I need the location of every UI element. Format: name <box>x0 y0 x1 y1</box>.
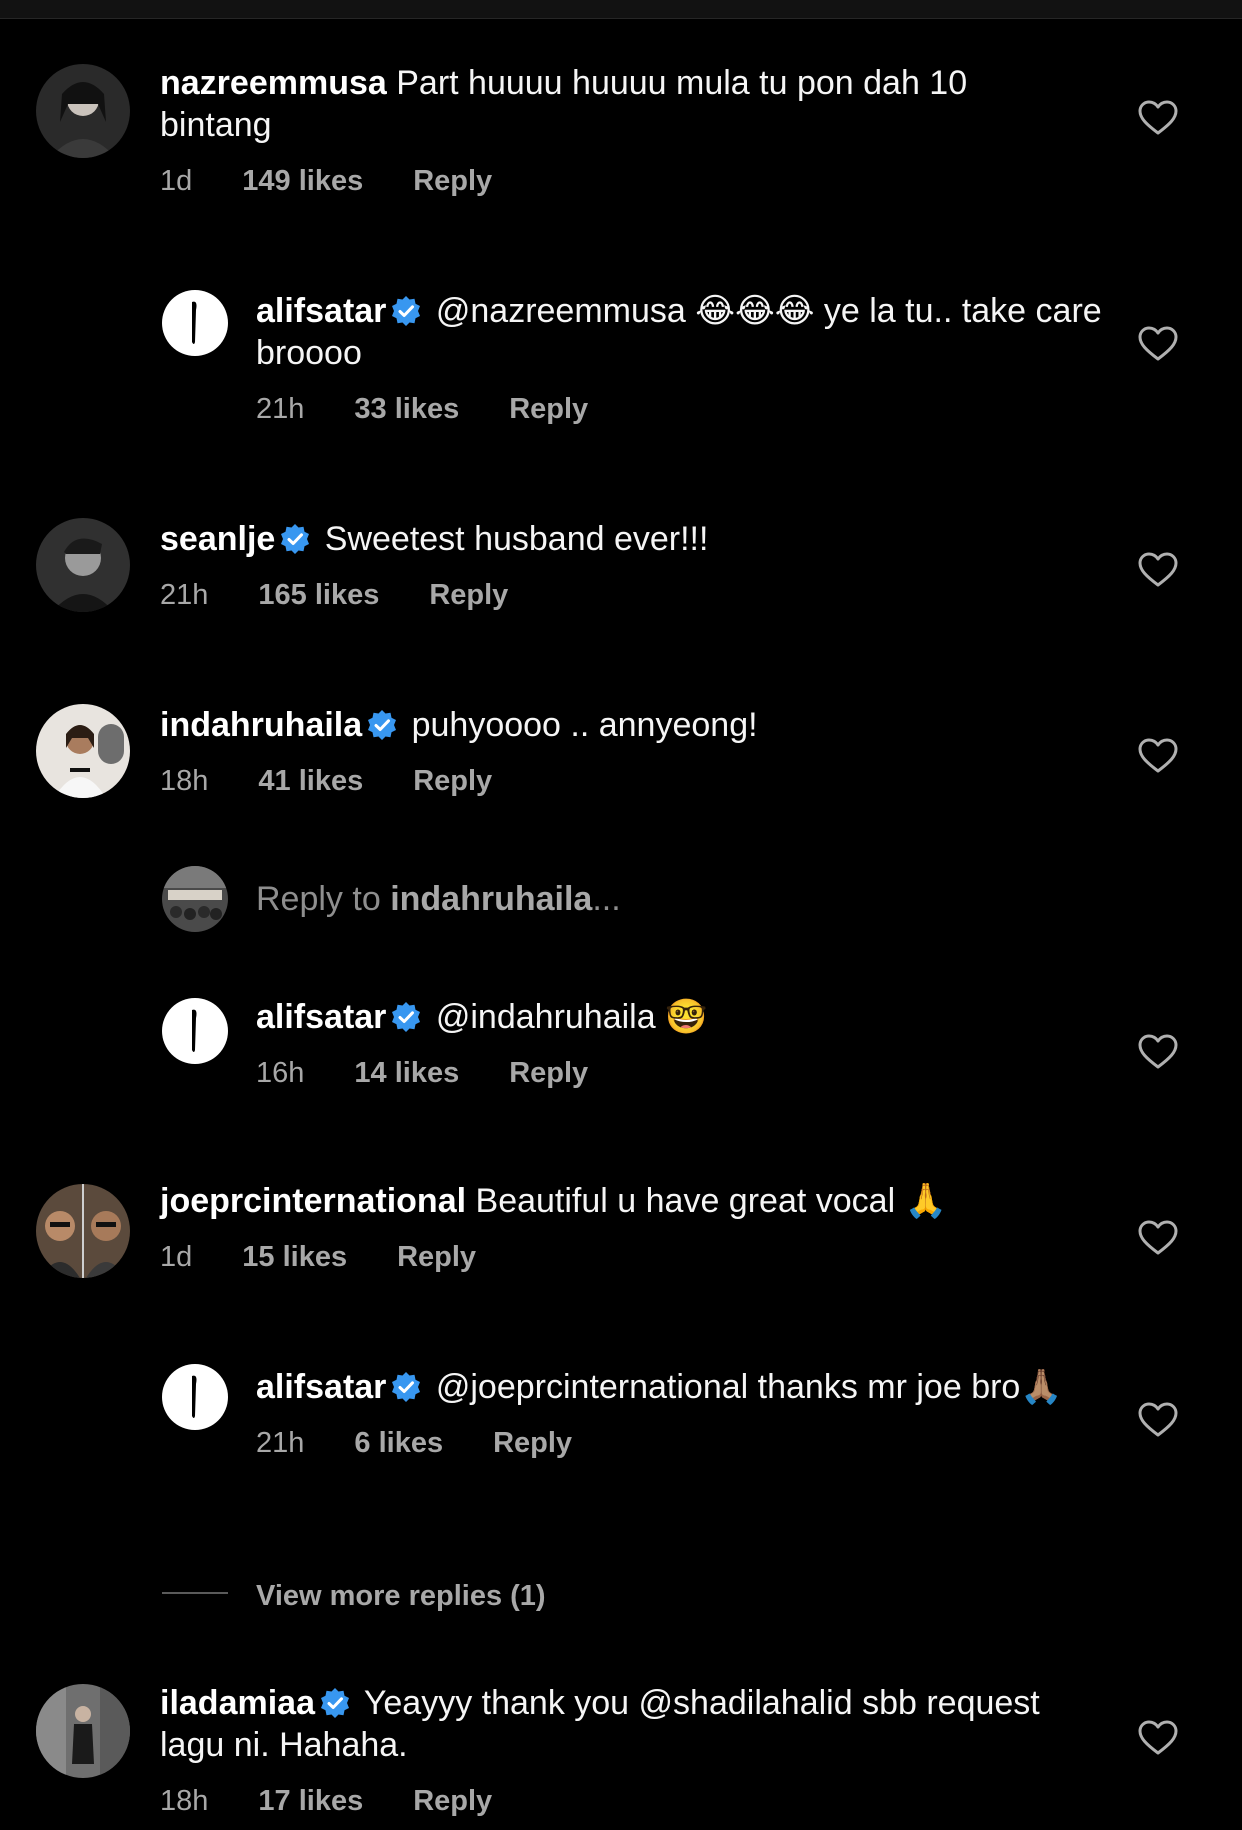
comment-likes[interactable]: 14 likes <box>354 1056 459 1090</box>
reply-button[interactable]: Reply <box>429 578 508 612</box>
reply-button[interactable]: Reply <box>413 1784 492 1818</box>
comment-username[interactable]: indahruhaila <box>160 706 362 744</box>
view-more-label: View more replies (1) <box>256 1580 546 1612</box>
verified-badge-icon <box>390 1371 422 1403</box>
heart-icon[interactable] <box>1138 1720 1178 1756</box>
comment-time: 1d <box>160 165 193 197</box>
comment-meta: 18h 17 likes Reply <box>160 1784 1060 1818</box>
comment-username[interactable]: alifsatar <box>256 998 386 1036</box>
avatar[interactable] <box>36 64 130 158</box>
avatar[interactable] <box>162 290 228 356</box>
verified-badge-icon <box>279 523 311 555</box>
comment-likes[interactable]: 165 likes <box>258 578 379 612</box>
heart-icon[interactable] <box>1138 1220 1178 1256</box>
reply-button[interactable]: Reply <box>413 764 492 798</box>
comment-time: 21h <box>256 1427 305 1459</box>
comment-meta: 1d 15 likes Reply <box>160 1240 1060 1274</box>
reply-button[interactable]: Reply <box>413 164 492 198</box>
comment-time: 18h <box>160 1785 209 1817</box>
heart-icon[interactable] <box>1138 326 1178 362</box>
top-bar <box>0 0 1242 19</box>
comment-message: @joeprcinternational thanks mr joe bro🙏🏽 <box>435 1368 1063 1406</box>
comment-username[interactable]: nazreemmusa <box>160 64 387 102</box>
verified-badge-icon <box>319 1687 351 1719</box>
comment-time: 18h <box>160 765 209 797</box>
reply-button[interactable]: Reply <box>397 1240 476 1274</box>
comment-message: puhyoooo .. annyeong! <box>411 706 758 744</box>
comment-meta: 1d 149 likes Reply <box>160 164 1060 198</box>
comment-body: alifsatar @joeprcinternational thanks mr… <box>256 1366 1156 1460</box>
reply-button[interactable]: Reply <box>509 392 588 426</box>
comment-body: alifsatar @indahruhaila 🤓 16h 14 likes Rep… <box>256 996 1156 1090</box>
comment-body: joeprcinternational Beautiful u have gre… <box>160 1180 1060 1274</box>
heart-icon[interactable] <box>1138 738 1178 774</box>
comment-message: Beautiful u have great vocal 🙏 <box>475 1182 947 1220</box>
comment-message: Sweetest husband ever!!! <box>324 520 709 558</box>
comment-text: iladamiaa Yeayyy thank you @shadilahalid… <box>160 1682 1060 1766</box>
avatar[interactable] <box>36 1184 130 1278</box>
heart-icon[interactable] <box>1138 100 1178 136</box>
comment-text: joeprcinternational Beautiful u have gre… <box>160 1180 1060 1222</box>
verified-badge-icon <box>390 1001 422 1033</box>
avatar[interactable] <box>36 1684 130 1778</box>
comment-username[interactable]: iladamiaa <box>160 1684 315 1722</box>
comment-meta: 18h 41 likes Reply <box>160 764 1060 798</box>
comment-text: alifsatar @joeprcinternational thanks mr… <box>256 1366 1156 1408</box>
comment-body: nazreemmusa Part huuuu huuuu mula tu pon… <box>160 62 1060 198</box>
comment-text: alifsatar @indahruhaila 🤓 <box>256 996 1156 1038</box>
comment-text: alifsatar @nazreemmusa 😂😂😂 ye la tu.. ta… <box>256 290 1156 374</box>
comment-text: seanlje Sweetest husband ever!!! <box>160 518 1060 560</box>
comment-meta: 16h 14 likes Reply <box>256 1056 1156 1090</box>
comment-body: iladamiaa Yeayyy thank you @shadilahalid… <box>160 1682 1060 1818</box>
reply-username: indahruhaila <box>390 880 593 918</box>
comment-likes[interactable]: 15 likes <box>242 1240 347 1274</box>
comment-likes[interactable]: 6 likes <box>354 1426 443 1460</box>
reply-button[interactable]: Reply <box>493 1426 572 1460</box>
comment-username[interactable]: alifsatar <box>256 1368 386 1406</box>
reply-suffix: ... <box>592 880 621 918</box>
avatar[interactable] <box>162 1364 228 1430</box>
avatar[interactable] <box>162 998 228 1064</box>
comment-username[interactable]: joeprcinternational <box>160 1182 466 1220</box>
comment-time: 1d <box>160 1241 193 1273</box>
divider-line <box>162 1592 228 1594</box>
avatar[interactable] <box>36 704 130 798</box>
heart-icon[interactable] <box>1138 1034 1178 1070</box>
comment-time: 21h <box>160 579 209 611</box>
comment-likes[interactable]: 41 likes <box>258 764 363 798</box>
comment-meta: 21h 6 likes Reply <box>256 1426 1156 1460</box>
comment-time: 21h <box>256 393 305 425</box>
verified-badge-icon <box>366 709 398 741</box>
comment-likes[interactable]: 33 likes <box>354 392 459 426</box>
verified-badge-icon <box>390 295 422 327</box>
comment-body: indahruhaila puhyoooo .. annyeong! 18h 41… <box>160 704 1060 798</box>
comment-likes[interactable]: 149 likes <box>242 164 363 198</box>
comment-text: nazreemmusa Part huuuu huuuu mula tu pon… <box>160 62 1060 146</box>
comment-username[interactable]: alifsatar <box>256 292 386 330</box>
reply-prefix: Reply to <box>256 880 391 918</box>
comment-time: 16h <box>256 1057 305 1089</box>
reply-button[interactable]: Reply <box>509 1056 588 1090</box>
comment-username[interactable]: seanlje <box>160 520 275 558</box>
heart-icon[interactable] <box>1138 1402 1178 1438</box>
comment-meta: 21h 165 likes Reply <box>160 578 1060 612</box>
comment-likes[interactable]: 17 likes <box>258 1784 363 1818</box>
avatar[interactable] <box>36 518 130 612</box>
comment-text: indahruhaila puhyoooo .. annyeong! <box>160 704 1060 746</box>
comment-message: @indahruhaila 🤓 <box>435 998 708 1036</box>
comment-body: seanlje Sweetest husband ever!!! 21h 165 … <box>160 518 1060 612</box>
avatar <box>162 866 228 932</box>
reply-composer[interactable]: Reply to indahruhaila... <box>256 878 621 920</box>
comment-body: alifsatar @nazreemmusa 😂😂😂 ye la tu.. ta… <box>256 290 1156 426</box>
heart-icon[interactable] <box>1138 552 1178 588</box>
comment-meta: 21h 33 likes Reply <box>256 392 1156 426</box>
